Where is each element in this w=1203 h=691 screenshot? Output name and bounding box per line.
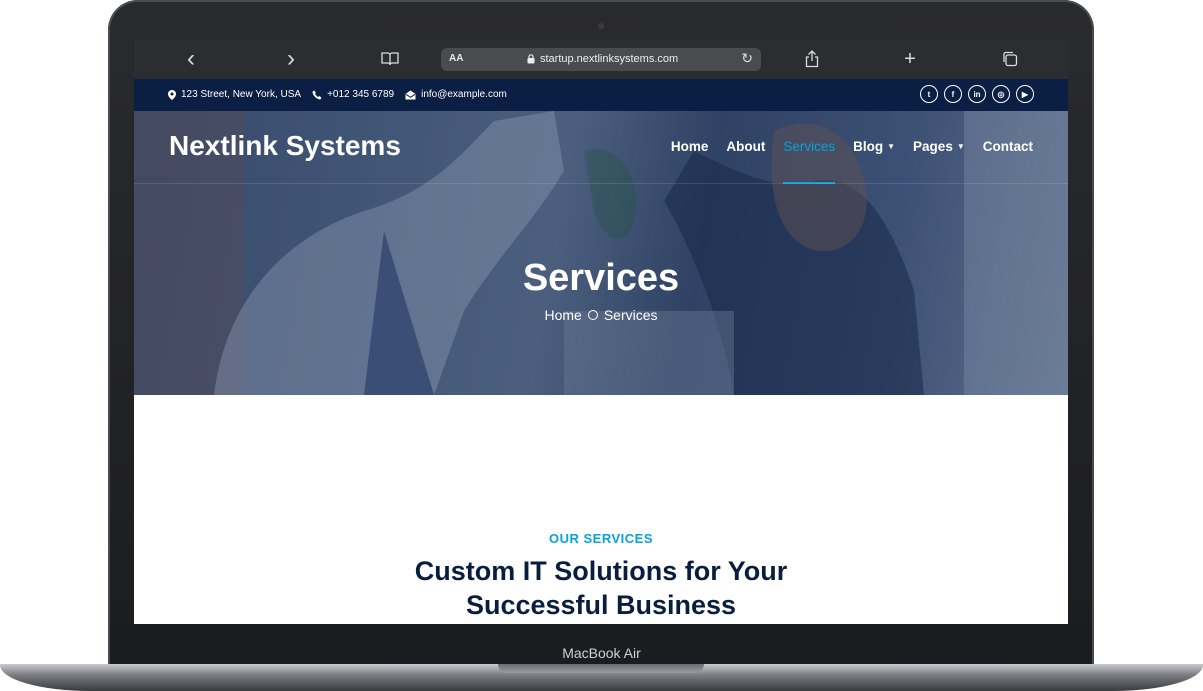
nav-home[interactable]: Home xyxy=(671,139,709,154)
section-label: OUR SERVICES xyxy=(548,531,653,546)
nav-divider xyxy=(134,183,1068,184)
caret-down-icon: ▼ xyxy=(887,142,896,151)
nav-pages-label: Pages xyxy=(913,139,953,154)
caret-down-icon: ▼ xyxy=(956,142,965,151)
share-icon[interactable] xyxy=(803,48,821,70)
tabs-overview-icon[interactable] xyxy=(1001,48,1019,70)
address-text: 123 Street, New York, USA xyxy=(181,89,302,100)
page-title: Services xyxy=(522,257,680,299)
instagram-icon[interactable]: ◎ xyxy=(992,85,1010,103)
bookmarks-icon[interactable] xyxy=(380,48,400,70)
forward-icon[interactable]: › xyxy=(284,45,298,72)
browser-toolbar: ‹ › AA startup.nextlinksystems.com ↻ + xyxy=(134,40,1068,79)
brand-logo[interactable]: Nextlink Systems xyxy=(169,130,401,162)
youtube-icon[interactable]: ▶ xyxy=(1016,85,1034,103)
camera-icon xyxy=(598,23,604,29)
laptop-notch xyxy=(498,664,704,673)
breadcrumb-current: Services xyxy=(603,307,658,323)
nav-contact[interactable]: Contact xyxy=(983,139,1033,154)
social-links: t f in ◎ ▶ xyxy=(920,85,1034,103)
address-bar[interactable]: AA startup.nextlinksystems.com ↻ xyxy=(441,48,761,71)
facebook-icon[interactable]: f xyxy=(944,85,962,103)
breadcrumb: Home Services xyxy=(134,307,1068,323)
hero-banner: Nextlink Systems Home About Services Blo… xyxy=(134,111,1068,395)
email-text[interactable]: info@example.com xyxy=(421,89,507,100)
section-heading: Custom IT Solutions for Your Successful … xyxy=(414,556,788,620)
lock-icon xyxy=(527,54,535,64)
reader-aa-button[interactable]: AA xyxy=(449,53,463,64)
nav-blog[interactable]: Blog ▼ xyxy=(853,139,895,154)
screen: ‹ › AA startup.nextlinksystems.com ↻ + 1… xyxy=(134,40,1068,624)
twitter-icon[interactable]: t xyxy=(920,85,938,103)
breadcrumb-separator-icon xyxy=(587,310,598,320)
device-model-label: MacBook Air xyxy=(562,645,641,661)
nav-services[interactable]: Services xyxy=(783,139,835,184)
nav-about[interactable]: About xyxy=(726,139,765,154)
phone-icon xyxy=(312,90,322,99)
linkedin-icon[interactable]: in xyxy=(968,85,986,103)
top-info-bar: 123 Street, New York, USA +012 345 6789 … xyxy=(134,79,1068,111)
nav-blog-label: Blog xyxy=(853,139,884,154)
nav-pages[interactable]: Pages ▼ xyxy=(913,139,965,154)
main-nav: Home About Services Blog ▼ Pages ▼ Conta… xyxy=(671,139,1033,184)
map-marker-icon xyxy=(168,89,176,100)
envelope-open-icon xyxy=(405,90,416,99)
phone-text[interactable]: +012 345 6789 xyxy=(327,89,394,100)
reload-icon[interactable]: ↻ xyxy=(741,50,753,67)
breadcrumb-home[interactable]: Home xyxy=(544,307,581,323)
back-icon[interactable]: ‹ xyxy=(184,45,198,72)
url-text: startup.nextlinksystems.com xyxy=(540,53,679,65)
new-tab-icon[interactable]: + xyxy=(901,48,919,70)
